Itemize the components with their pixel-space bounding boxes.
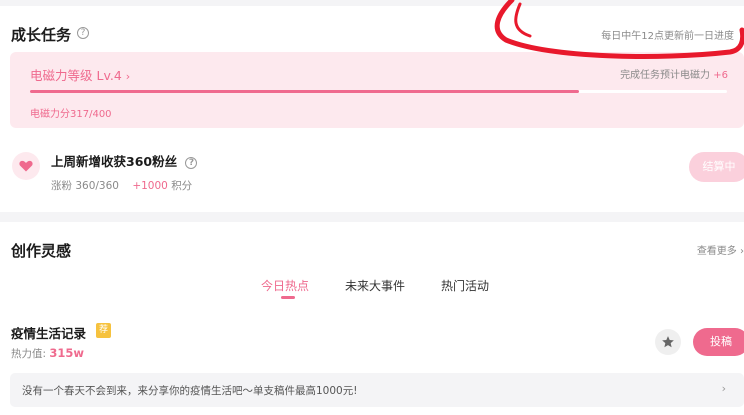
- favorite-button[interactable]: [655, 329, 681, 355]
- star-icon: [662, 336, 674, 348]
- active-tab-indicator: [281, 296, 295, 299]
- level-score: 电磁力分317/400: [30, 109, 112, 120]
- tab-hot-activities[interactable]: 热门活动: [441, 277, 489, 294]
- see-more-link[interactable]: 查看更多 ›: [697, 242, 744, 257]
- task-progress: 涨粉 360/360 +1000 积分: [51, 178, 192, 193]
- level-estimate: 完成任务预计电磁力 +6: [620, 66, 728, 81]
- task-title: 上周新增收获360粉丝 ?: [51, 151, 198, 170]
- chevron-right-icon: ›: [125, 70, 131, 83]
- promo-text: 没有一个春天不会到来，来分享你的疫情生活吧～单支稿件最高1000元!: [22, 385, 358, 397]
- inspiration-tabs: 今日热点 未来大事件 热门活动: [0, 277, 744, 301]
- submit-button[interactable]: 投稿: [693, 328, 744, 356]
- tab-today-hot[interactable]: 今日热点: [261, 277, 309, 294]
- tab-future-events[interactable]: 未来大事件: [345, 277, 405, 294]
- growth-section-title: 成长任务: [11, 26, 72, 44]
- task-bonus-value: +1000: [132, 180, 168, 192]
- level-estimate-label: 完成任务预计电磁力: [620, 70, 711, 81]
- topic-heat: 热力值: 315w: [11, 346, 84, 361]
- heat-label: 热力值:: [11, 348, 47, 360]
- question-circle-icon[interactable]: ?: [77, 27, 89, 39]
- promo-banner[interactable]: 没有一个春天不会到来，来分享你的疫情生活吧～单支稿件最高1000元! ›: [10, 373, 744, 407]
- heart-icon: [12, 152, 40, 180]
- level-title-text: 电磁力等级 Lv.4: [30, 68, 122, 83]
- inspiration-section-title: 创作灵感: [11, 242, 72, 260]
- level-title[interactable]: 电磁力等级 Lv.4 ›: [30, 65, 130, 84]
- level-progress-track: [30, 90, 727, 93]
- heat-value: 315w: [49, 346, 85, 360]
- task-fans-text: 涨粉 360/360: [51, 180, 119, 192]
- chevron-right-icon: ›: [721, 382, 726, 395]
- level-progress-fill: [30, 90, 580, 93]
- task-title-text: 上周新增收获360粉丝: [51, 154, 178, 169]
- red-annotation-scribble: [494, 0, 744, 59]
- task-bonus-unit: 积分: [171, 180, 193, 192]
- recommend-badge: 荐: [96, 323, 111, 338]
- topic-title[interactable]: 疫情生活记录: [11, 323, 86, 342]
- settling-button[interactable]: 结算中: [689, 152, 744, 182]
- level-estimate-value: +6: [713, 70, 728, 81]
